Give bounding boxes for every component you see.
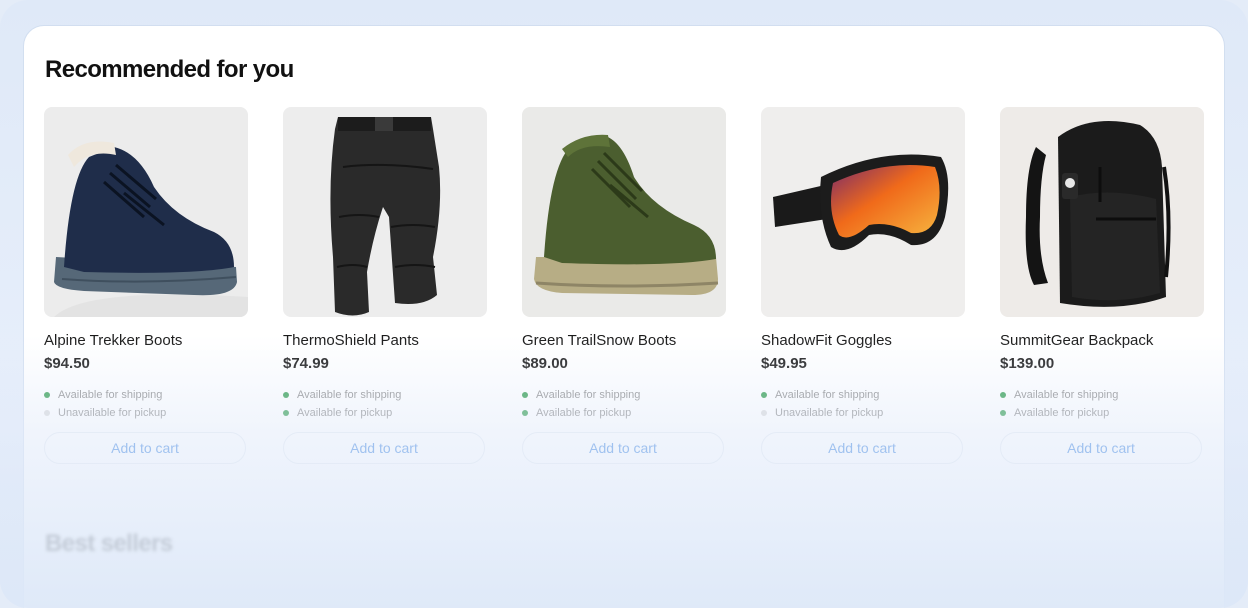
- add-to-cart-button[interactable]: Add to cart: [44, 432, 246, 464]
- product-name[interactable]: SummitGear Backpack: [1000, 332, 1204, 350]
- product-image-pants[interactable]: [283, 107, 487, 317]
- product-image-backpack[interactable]: [1000, 107, 1204, 317]
- product-price: $94.50: [44, 355, 90, 372]
- available-dot-icon: [522, 409, 528, 416]
- shipping-label: Available for shipping: [297, 388, 402, 401]
- product-card[interactable]: Alpine Trekker Boots $94.50 Available fo…: [44, 107, 248, 464]
- pickup-label: Unavailable for pickup: [775, 406, 884, 419]
- product-card[interactable]: SummitGear Backpack $139.00 Available fo…: [1000, 107, 1204, 464]
- add-to-cart-button[interactable]: Add to cart: [761, 432, 963, 464]
- shipping-label: Available for shipping: [775, 388, 880, 401]
- available-dot-icon: [522, 391, 528, 398]
- best-sellers-title: Best sellers: [45, 530, 173, 557]
- available-dot-icon: [44, 391, 50, 398]
- pickup-status: Unavailable for pickup: [44, 404, 248, 421]
- pickup-status: Available for pickup: [1000, 404, 1204, 421]
- pickup-status: Unavailable for pickup: [761, 404, 965, 421]
- pickup-label: Available for pickup: [297, 406, 393, 419]
- shipping-status: Available for shipping: [522, 386, 726, 403]
- shipping-label: Available for shipping: [1014, 388, 1119, 401]
- section-title: Recommended for you: [45, 56, 294, 83]
- unavailable-dot-icon: [44, 409, 50, 416]
- add-to-cart-button[interactable]: Add to cart: [522, 432, 724, 464]
- product-name[interactable]: ShadowFit Goggles: [761, 332, 965, 350]
- shipping-status: Available for shipping: [1000, 386, 1204, 403]
- available-dot-icon: [1000, 391, 1006, 398]
- page-frame: Recommended for you Alpine Trekker Boots…: [0, 0, 1248, 608]
- pickup-status: Available for pickup: [522, 404, 726, 421]
- product-name[interactable]: Green TrailSnow Boots: [522, 332, 726, 350]
- product-price: $49.95: [761, 355, 807, 372]
- available-dot-icon: [761, 391, 767, 398]
- unavailable-dot-icon: [761, 409, 767, 416]
- pickup-label: Available for pickup: [536, 406, 632, 419]
- product-card[interactable]: ThermoShield Pants $74.99 Available for …: [283, 107, 487, 464]
- pickup-status: Available for pickup: [283, 404, 487, 421]
- shipping-status: Available for shipping: [283, 386, 487, 403]
- available-dot-icon: [283, 409, 289, 416]
- product-price: $89.00: [522, 355, 568, 372]
- product-price: $74.99: [283, 355, 329, 372]
- available-dot-icon: [1000, 409, 1006, 416]
- pickup-label: Available for pickup: [1014, 406, 1110, 419]
- add-to-cart-button[interactable]: Add to cart: [283, 432, 485, 464]
- pickup-label: Unavailable for pickup: [58, 406, 167, 419]
- shipping-label: Available for shipping: [58, 388, 163, 401]
- shipping-status: Available for shipping: [44, 386, 248, 403]
- product-image-goggles[interactable]: [761, 107, 965, 317]
- product-name[interactable]: ThermoShield Pants: [283, 332, 487, 350]
- recommendations-card: Recommended for you Alpine Trekker Boots…: [24, 26, 1224, 608]
- shipping-status: Available for shipping: [761, 386, 965, 403]
- product-card[interactable]: Green TrailSnow Boots $89.00 Available f…: [522, 107, 726, 464]
- add-to-cart-button[interactable]: Add to cart: [1000, 432, 1202, 464]
- product-price: $139.00: [1000, 355, 1055, 372]
- product-image-boots[interactable]: [44, 107, 248, 317]
- shipping-label: Available for shipping: [536, 388, 641, 401]
- product-image-green-boots[interactable]: [522, 107, 726, 317]
- product-card[interactable]: ShadowFit Goggles $49.95 Available for s…: [761, 107, 965, 464]
- product-name[interactable]: Alpine Trekker Boots: [44, 332, 248, 350]
- available-dot-icon: [283, 391, 289, 398]
